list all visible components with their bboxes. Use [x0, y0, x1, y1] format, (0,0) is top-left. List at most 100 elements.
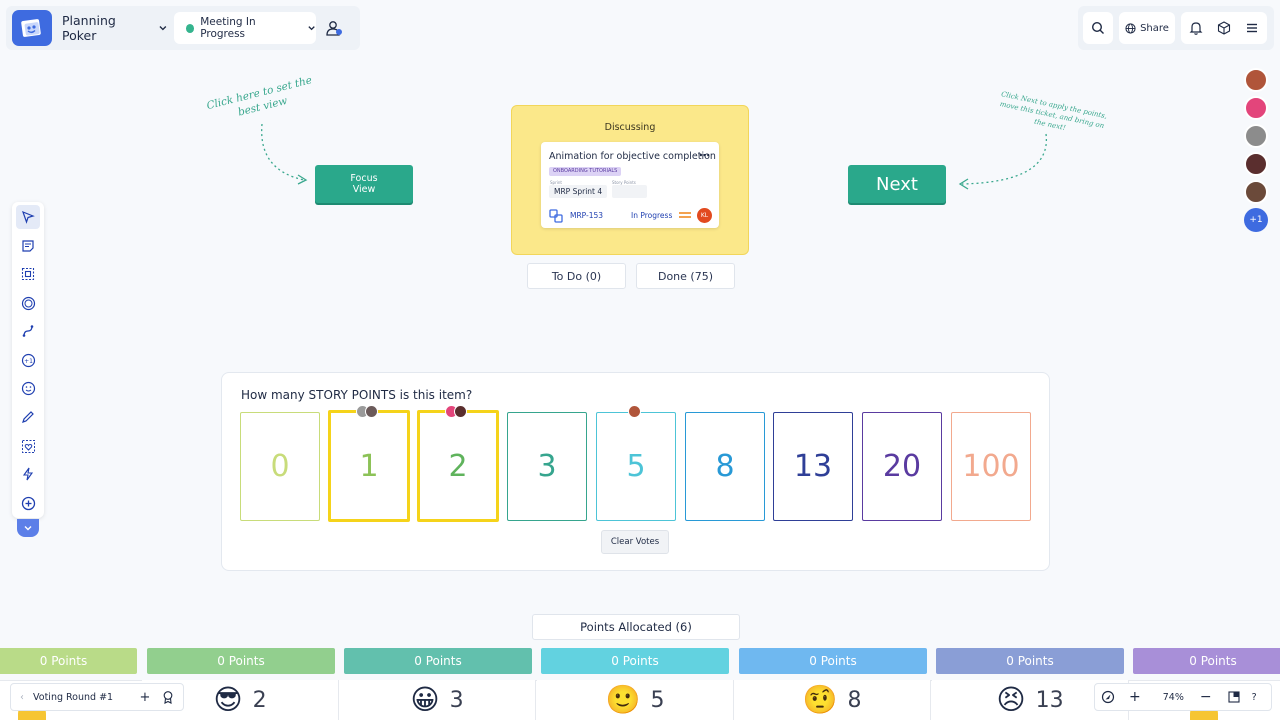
avatar[interactable]	[1244, 68, 1268, 92]
voting-round-label: Voting Round #1	[33, 691, 114, 703]
focus-hint-note: Click here to set the best view	[205, 74, 314, 119]
estimate-emoji-icon: 😎	[213, 683, 243, 716]
chevron-down-icon	[159, 26, 167, 31]
estimate-emoji-icon: 😀	[410, 683, 440, 716]
curved-arrow-icon	[958, 133, 1047, 190]
estimate-column: 😀 3	[339, 680, 536, 720]
sticky-note-icon[interactable]	[16, 234, 40, 258]
ticket-title: Animation for objective completion	[549, 151, 716, 162]
meeting-status-label: Meeting In Progress	[200, 16, 256, 40]
estimate-value: 3	[449, 687, 464, 713]
avatar[interactable]	[1244, 96, 1268, 120]
done-tab[interactable]: Done (75)	[636, 263, 735, 289]
chevron-down-icon	[308, 26, 315, 31]
vote-card[interactable]: 20	[862, 412, 942, 521]
voter-avatars	[356, 405, 378, 418]
clear-votes-button[interactable]: Clear Votes	[601, 530, 669, 554]
cube-icon[interactable]	[1217, 21, 1231, 35]
share-button[interactable]: Share	[1119, 12, 1175, 44]
previous-round-icon[interactable]: ‹	[11, 692, 33, 703]
status-dot-icon	[186, 23, 195, 33]
app-logo[interactable]	[12, 10, 52, 46]
lightning-tool-icon[interactable]	[16, 462, 40, 486]
select-tool-icon[interactable]	[16, 205, 40, 229]
vote-card[interactable]: 5	[596, 412, 676, 521]
connector-tool-icon[interactable]	[16, 319, 40, 343]
estimate-column: 🙂 5	[537, 680, 734, 720]
voter-avatars	[628, 405, 641, 418]
emoji-tool-icon[interactable]	[16, 376, 40, 400]
add-tool-icon[interactable]	[16, 491, 40, 515]
logo-icon	[21, 19, 41, 37]
favorite-frame-icon[interactable]	[16, 434, 40, 458]
points-allocated-label: Points Allocated (6)	[532, 614, 740, 640]
estimate-value: 8	[847, 687, 862, 713]
ticket-more-icon[interactable]: ⋯	[699, 149, 710, 162]
share-label: Share	[1140, 22, 1169, 34]
focus-view-button[interactable]: Focus View	[315, 165, 413, 203]
estimate-value: 5	[650, 687, 665, 713]
menu-icon[interactable]	[1245, 21, 1259, 35]
voting-round-control: ‹ Voting Round #1 +	[10, 683, 184, 711]
todo-tab[interactable]: To Do (0)	[527, 263, 626, 289]
points-bar: 0 Points	[344, 648, 532, 674]
expand-toolbar-button[interactable]	[17, 519, 39, 537]
estimate-emoji-icon: 🤨	[802, 683, 838, 716]
more-participants-badge[interactable]: +1	[1244, 208, 1268, 232]
chevron-down-icon	[24, 526, 32, 531]
vote-card[interactable]: 100	[951, 412, 1031, 521]
vote-card[interactable]: 2	[417, 410, 499, 522]
frame-tool-icon[interactable]	[16, 262, 40, 286]
meeting-status-dropdown[interactable]: Meeting In Progress	[174, 12, 316, 44]
ticket-tag: ONBOARDING TUTORIALS	[549, 167, 622, 176]
vote-tool-icon[interactable]: +1	[16, 348, 40, 372]
zoom-level: 74%	[1162, 691, 1184, 703]
zoom-in-icon[interactable]: +	[1129, 689, 1141, 705]
estimate-emoji-icon: 🙂	[605, 683, 641, 716]
sprint-field: MRP Sprint 4	[549, 185, 607, 198]
search-icon	[1091, 21, 1104, 34]
points-bar: 0 Points	[1133, 648, 1280, 674]
points-bar: 0 Points	[0, 648, 137, 674]
help-icon[interactable]: ?	[1252, 692, 1257, 703]
globe-icon	[1125, 22, 1136, 34]
vote-card[interactable]: 3	[507, 412, 587, 521]
estimate-value: 13	[1035, 687, 1064, 713]
pen-tool-icon[interactable]	[16, 405, 40, 429]
next-button[interactable]: Next	[848, 165, 946, 203]
ticket-key[interactable]: MRP-153	[570, 211, 603, 220]
voting-question: How many STORY POINTS is this item?	[241, 388, 473, 402]
points-bar: 0 Points	[147, 648, 335, 674]
add-round-icon[interactable]: +	[133, 690, 157, 705]
board-name-dropdown[interactable]: Planning Poker	[56, 10, 168, 46]
points-bar: 0 Points	[739, 648, 927, 674]
zoom-out-icon[interactable]: −	[1200, 689, 1212, 705]
minimap-icon[interactable]	[1228, 691, 1240, 703]
navigate-icon[interactable]	[1101, 690, 1115, 704]
vote-card[interactable]: 0	[240, 412, 320, 521]
collaborators-icon[interactable]	[320, 14, 348, 42]
points-bar: 0 Points	[936, 648, 1124, 674]
search-button[interactable]	[1083, 12, 1113, 44]
bell-icon[interactable]	[1189, 21, 1203, 35]
discussing-label: Discussing	[604, 122, 656, 133]
avatar	[628, 405, 641, 418]
priority-medium-icon	[679, 212, 691, 218]
avatar[interactable]	[1244, 180, 1268, 204]
svg-text:+1: +1	[24, 358, 33, 365]
points-bar: 0 Points	[541, 648, 729, 674]
vote-card[interactable]: 13	[773, 412, 853, 521]
avatar	[365, 405, 378, 418]
estimate-value: 2	[252, 687, 267, 713]
avatar[interactable]	[1244, 152, 1268, 176]
voter-avatars	[445, 405, 467, 418]
zoom-controls: + 74% − ?	[1094, 683, 1272, 711]
estimate-emoji-icon: 😣	[996, 683, 1026, 716]
top-right-icons	[1181, 12, 1267, 44]
avatar[interactable]	[1244, 124, 1268, 148]
assignee-avatar: KL	[697, 208, 712, 223]
award-icon[interactable]	[161, 690, 175, 704]
vote-card[interactable]: 8	[685, 412, 765, 521]
vote-card[interactable]: 1	[328, 410, 410, 522]
sticker-tool-icon[interactable]	[16, 291, 40, 315]
